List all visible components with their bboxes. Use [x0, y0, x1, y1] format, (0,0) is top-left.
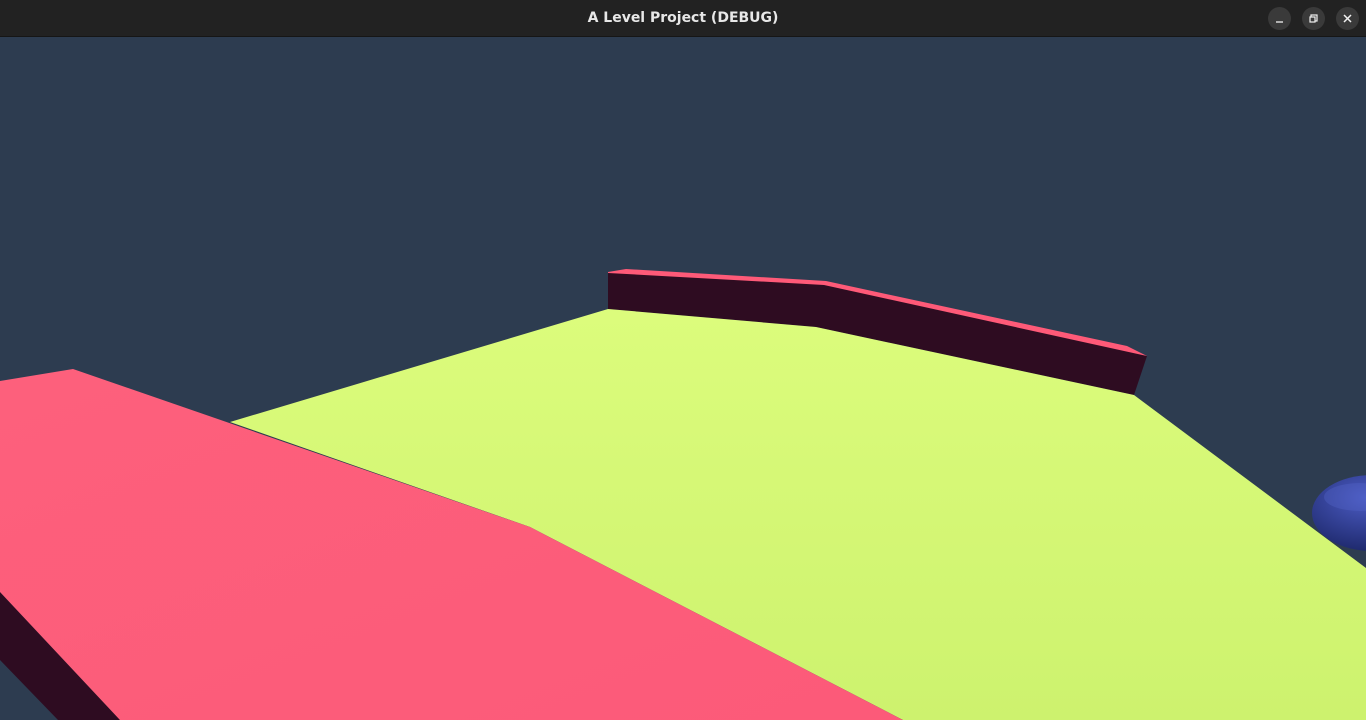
restore-icon — [1309, 14, 1318, 23]
title-bar[interactable]: A Level Project (DEBUG) — [0, 0, 1366, 37]
close-button[interactable] — [1336, 7, 1359, 30]
close-icon — [1343, 14, 1352, 23]
scene-canvas[interactable] — [0, 37, 1366, 720]
maximize-button[interactable] — [1302, 7, 1325, 30]
minimize-icon — [1276, 21, 1283, 23]
window-title: A Level Project (DEBUG) — [587, 10, 779, 26]
game-viewport[interactable] — [0, 37, 1366, 720]
game-window: A Level Project (DEBUG) — [0, 0, 1366, 720]
minimize-button[interactable] — [1268, 7, 1291, 30]
